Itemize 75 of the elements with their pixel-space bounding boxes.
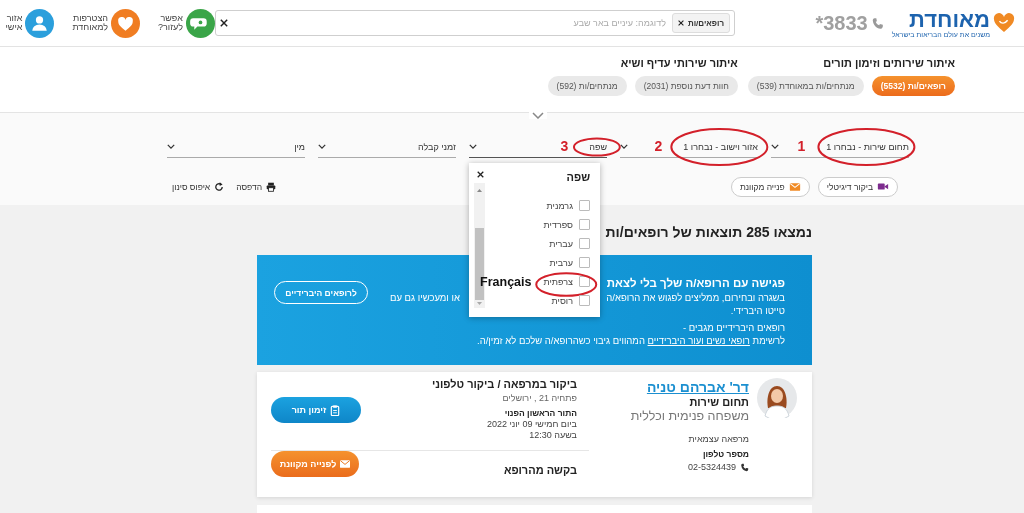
- caret-icon: [167, 144, 175, 149]
- banner-text: בשגרה ובחירום, ממליצים לפגוש את הרופא/ה: [606, 291, 785, 304]
- clinic-type: מרפאה עצמאית: [687, 434, 749, 445]
- search-input[interactable]: לדוגמה: עיניים באר שבע: [234, 18, 666, 28]
- checkbox[interactable]: [579, 276, 590, 287]
- printer-icon: [266, 182, 277, 192]
- refresh-icon: [214, 182, 225, 192]
- phone-icon: [740, 463, 749, 472]
- user-icon: [25, 8, 55, 38]
- phone-label: מספר טלפון: [701, 449, 749, 460]
- checkbox[interactable]: [579, 200, 590, 211]
- slot-time: בשעה 12:30: [528, 430, 577, 441]
- banner-text: או ומעכשיו גם עם: [390, 291, 460, 304]
- remove-icon[interactable]: [677, 20, 684, 26]
- phone-icon: [870, 16, 884, 30]
- banner-text: לרשימת רופאי נשים ועור היברידיים המהווים גיבוי כשהרופא/ה שלכם לא זמין/ה.: [477, 334, 785, 347]
- slot-date: ביום חמישי 09 יוני 2022: [485, 419, 577, 430]
- field-label: תחום שירות: [688, 396, 749, 409]
- clipboard-icon: [330, 404, 341, 416]
- banner-text: רופאים היברידיים מגבים -: [682, 321, 785, 334]
- heart-icon: [993, 13, 1015, 33]
- checkbox[interactable]: [579, 238, 590, 249]
- chevron-down-icon[interactable]: [529, 112, 547, 119]
- visit-type: ביקור במרפאה / ביקור טלפוני: [430, 378, 577, 391]
- caret-icon: [318, 144, 326, 149]
- option-label[interactable]: גרמנית: [546, 200, 573, 211]
- checkbox[interactable]: [579, 257, 590, 268]
- banner-title: פגישה עם הרופא/ה שלך בלי לצאת: [606, 276, 785, 291]
- digital-visit-button[interactable]: ביקור דיגיטלי: [817, 177, 898, 197]
- option-label[interactable]: ערבית: [549, 257, 573, 268]
- option-label[interactable]: רוסית: [551, 295, 573, 306]
- category-tab[interactable]: חוות דעת נוספת (2031): [634, 76, 738, 96]
- envelope-icon: [340, 460, 351, 468]
- annotation-label: Français: [480, 274, 532, 289]
- phone-number: 02-5324439: [687, 462, 736, 473]
- specialty-text: משפחה פנימית וכללית: [629, 409, 749, 424]
- annotation-number: 3: [560, 138, 569, 154]
- reset-filter-button[interactable]: איפוס סינון: [172, 182, 225, 192]
- first-slot-label: התור הראשון הפנוי: [503, 408, 577, 419]
- join-link[interactable]: הצטרפות למאוחדת: [72, 8, 140, 38]
- request-label: בקשה מהרופא: [502, 464, 578, 476]
- results-heading: נמצאו 285 תוצאות של רופאים/ות: [605, 223, 812, 241]
- personal-area-link[interactable]: אזור אישי: [0, 8, 55, 38]
- option-label[interactable]: ספרדית: [543, 219, 573, 230]
- option-label[interactable]: עברית: [549, 238, 573, 249]
- banner-text: טייטו היברידי.: [730, 304, 785, 317]
- dropdown-title: שפה: [566, 171, 590, 183]
- clinic-address: פתחיה 21 , ירושלים: [501, 393, 577, 404]
- logo-text[interactable]: מאוחדת: [891, 8, 990, 31]
- category-tab[interactable]: מנתחים/ות במאוחדת (539): [747, 76, 864, 96]
- phone-number: *3833: [815, 11, 868, 35]
- caret-icon: [771, 144, 779, 149]
- caret-icon: [620, 144, 628, 149]
- checkbox[interactable]: [579, 295, 590, 306]
- doctor-name-link[interactable]: דר' אברהם טניה: [646, 379, 749, 395]
- annotation-number: 1: [797, 138, 806, 154]
- annotation-number: 2: [654, 138, 663, 154]
- print-button[interactable]: הדפסה: [236, 182, 277, 192]
- caret-icon: [469, 144, 477, 149]
- category-tab[interactable]: מנתחים/ות (592): [547, 76, 627, 96]
- dropdown-select[interactable]: זמני קבלה: [318, 136, 456, 158]
- filter-chip[interactable]: רופאים/ות: [671, 13, 730, 33]
- help-link[interactable]: אפשר לעזור?: [158, 8, 215, 38]
- close-icon[interactable]: [477, 171, 484, 178]
- dropdown-select[interactable]: מין: [167, 136, 305, 158]
- search-bar[interactable]: רופאים/ות לדוגמה: עיניים באר שבע: [215, 10, 735, 36]
- checkbox[interactable]: [579, 219, 590, 230]
- section-title: איתור שירותי עדיף ושיא: [619, 57, 738, 70]
- avatar-icon: [757, 378, 797, 418]
- online-request-button[interactable]: פנייה מקוונת: [730, 177, 810, 197]
- video-camera-icon: [877, 181, 889, 193]
- chat-bubble-icon: [186, 8, 215, 38]
- clear-icon[interactable]: [220, 19, 228, 27]
- section-title: איתור שירותים וזימון תורים: [822, 57, 955, 70]
- envelope-icon: [788, 181, 801, 193]
